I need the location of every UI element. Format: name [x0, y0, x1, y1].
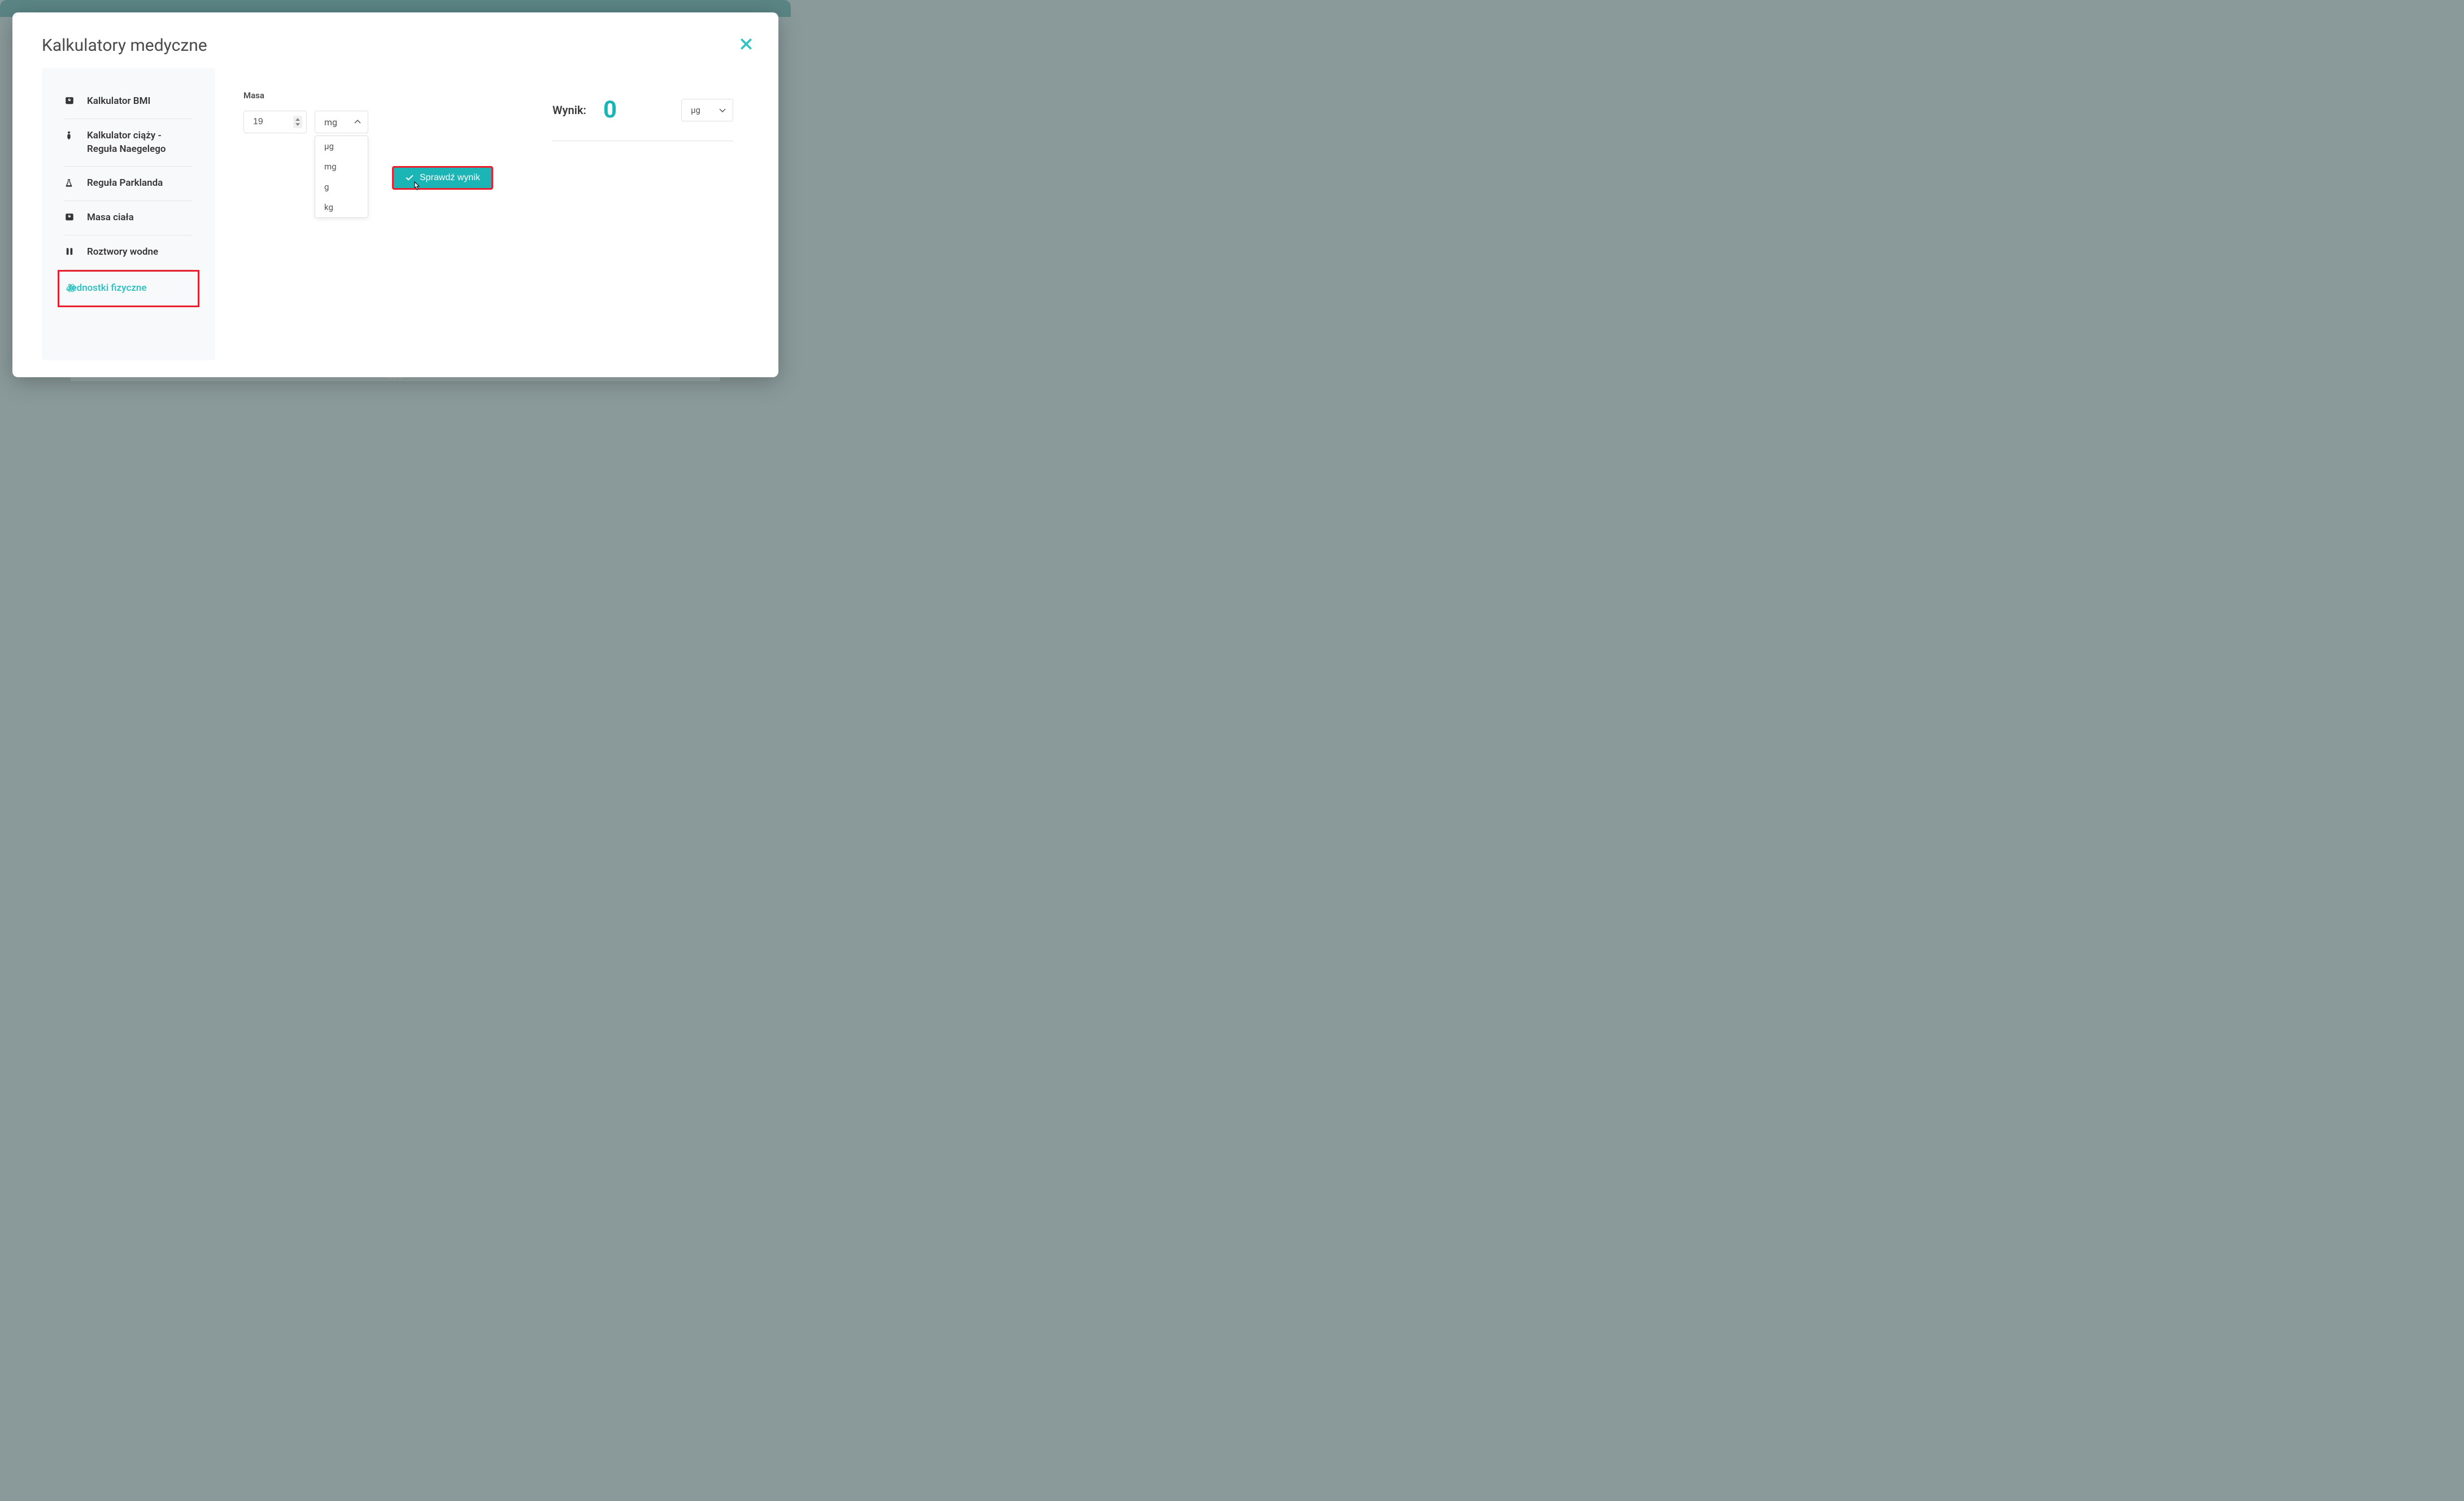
mass-input-row: mg μg mg g kg	[243, 111, 524, 133]
sidebar-item-label: Masa ciała	[87, 211, 134, 225]
weight-icon	[64, 212, 75, 222]
sidebar-item-label: Kalkulator ciąży - Reguła Naegelego	[87, 129, 193, 156]
mass-unit-value: mg	[324, 117, 337, 128]
modal-title: Kalkulatory medyczne	[42, 36, 207, 55]
result-row: Wynik: 0 μg	[552, 96, 733, 141]
person-icon	[64, 130, 75, 141]
check-result-button[interactable]: Sprawdź wynik	[392, 166, 493, 190]
mass-number-wrap	[243, 111, 307, 133]
sidebar-item-units[interactable]: Jednostki fizyczne	[58, 270, 199, 307]
mass-label: Masa	[243, 90, 524, 101]
sidebar-item-label: Jednostki fizyczne	[66, 282, 147, 295]
number-spinner	[293, 116, 302, 128]
sidebar-item-label: Roztwory wodne	[87, 246, 158, 259]
close-icon	[739, 37, 754, 51]
mass-unit-select-wrap: mg μg mg g kg	[315, 111, 368, 133]
chevron-down-icon	[719, 108, 726, 112]
sidebar-item-pregnancy[interactable]: Kalkulator ciąży - Reguła Naegelego	[64, 119, 193, 167]
mass-unit-dropdown: μg mg g kg	[315, 136, 368, 218]
main-panel: Masa mg	[215, 68, 552, 360]
modal-header: Kalkulatory medyczne	[12, 12, 778, 68]
sidebar: Kalkulator BMI Kalkulator ciąży - Reguła…	[42, 68, 215, 360]
spinner-down[interactable]	[293, 122, 302, 127]
result-unit-select[interactable]: μg	[681, 99, 733, 121]
test-tubes-icon	[64, 247, 75, 257]
sidebar-item-solutions[interactable]: Roztwory wodne	[64, 235, 193, 270]
modal: Kalkulatory medyczne Kalkulator BMI Kalk…	[12, 12, 778, 377]
dropdown-option-g[interactable]: g	[315, 177, 368, 197]
atom-icon	[66, 283, 76, 293]
sidebar-item-bmi[interactable]: Kalkulator BMI	[64, 85, 193, 119]
result-value: 0	[603, 96, 664, 124]
sidebar-item-label: Reguła Parklanda	[87, 177, 163, 190]
close-button[interactable]	[737, 34, 756, 56]
dropdown-option-mg[interactable]: mg	[315, 156, 368, 177]
dropdown-option-ug[interactable]: μg	[315, 136, 368, 156]
spinner-up[interactable]	[293, 117, 302, 122]
check-button-label: Sprawdź wynik	[420, 173, 480, 183]
sidebar-item-parkland[interactable]: Reguła Parklanda	[64, 167, 193, 201]
result-panel: Wynik: 0 μg	[552, 68, 756, 360]
result-unit-value: μg	[691, 105, 700, 115]
dropdown-option-kg[interactable]: kg	[315, 197, 368, 217]
chevron-up-icon	[354, 120, 361, 124]
sidebar-item-label: Kalkulator BMI	[87, 95, 150, 108]
result-label: Wynik:	[552, 103, 586, 117]
sidebar-item-body-mass[interactable]: Masa ciała	[64, 201, 193, 235]
check-icon	[405, 173, 414, 182]
chevron-up-icon	[295, 118, 300, 121]
flask-icon	[64, 178, 75, 188]
chevron-down-icon	[295, 123, 300, 126]
mass-unit-select[interactable]: mg	[315, 111, 368, 133]
resize-handle[interactable]: ═══	[388, 376, 403, 382]
modal-body: Kalkulator BMI Kalkulator ciąży - Reguła…	[12, 68, 778, 377]
scale-icon	[64, 96, 75, 106]
